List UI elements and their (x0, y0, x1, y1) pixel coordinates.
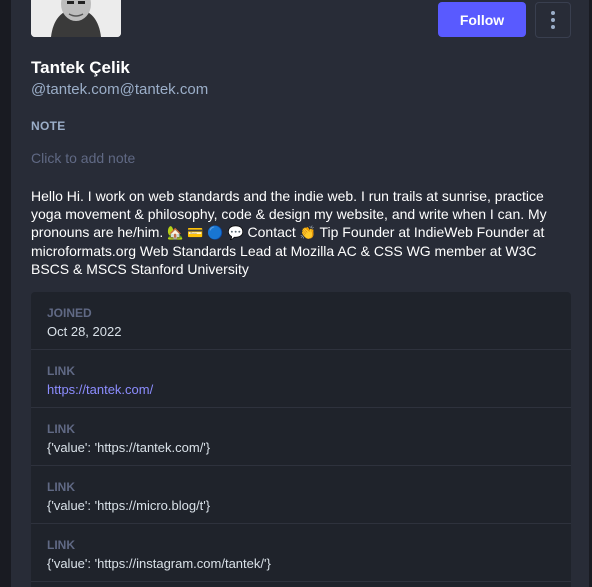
blue-circle-emoji-icon: 🔵 (207, 225, 224, 240)
more-options-button[interactable] (535, 2, 571, 38)
field-link: LINK {'value': 'https://tantek.com/'} (31, 408, 571, 466)
account-handle: @tantek.com@tantek.com (31, 81, 209, 98)
field-value: {'value': 'https://tantek.com/'} (47, 440, 211, 455)
field-value: {'value': 'https://micro.blog/t'} (47, 498, 211, 513)
avatar-photo (31, 0, 121, 37)
field-link-value[interactable]: https://tantek.com/ (47, 382, 555, 397)
vertical-ellipsis-icon (551, 11, 555, 29)
clapping-hands-emoji-icon: 👏 (299, 225, 316, 240)
field-value: {'value': 'https://instagram.com/tantek/… (47, 556, 271, 571)
profile-fields: JOINED Oct 28, 2022 LINK https://tantek.… (31, 292, 571, 587)
card-emoji-icon: 💳 (187, 225, 204, 240)
note-input[interactable]: Click to add note (31, 150, 135, 166)
account-bio: Hello Hi. I work on web standards and th… (31, 187, 561, 278)
follow-button[interactable]: Follow (438, 2, 526, 37)
display-name: Tantek Çelik (31, 58, 130, 77)
field-label: LINK (47, 480, 75, 494)
profile-panel: Follow Tantek Çelik @tantek.com@tantek.c… (11, 0, 589, 587)
note-label: NOTE (31, 119, 66, 133)
field-label: LINK (47, 364, 75, 378)
field-label: LINK (47, 422, 75, 436)
field-joined: JOINED Oct 28, 2022 (31, 292, 571, 350)
field-link: LINK https://tantek.com/ (31, 350, 571, 408)
field-value: Oct 28, 2022 (47, 324, 122, 339)
house-emoji-icon: 🏡 (167, 225, 184, 240)
avatar[interactable] (31, 0, 121, 37)
field-label: LINK (47, 538, 75, 552)
field-link: LINK {'value': 'https://micro.blog/t'} (31, 466, 571, 524)
speech-bubble-emoji-icon: 💬 (227, 225, 244, 240)
field-label: JOINED (47, 306, 92, 320)
bio-text-contact: Contact (243, 224, 300, 240)
field-link: LINK {'value': 'https://instagram.com/ta… (31, 524, 571, 582)
